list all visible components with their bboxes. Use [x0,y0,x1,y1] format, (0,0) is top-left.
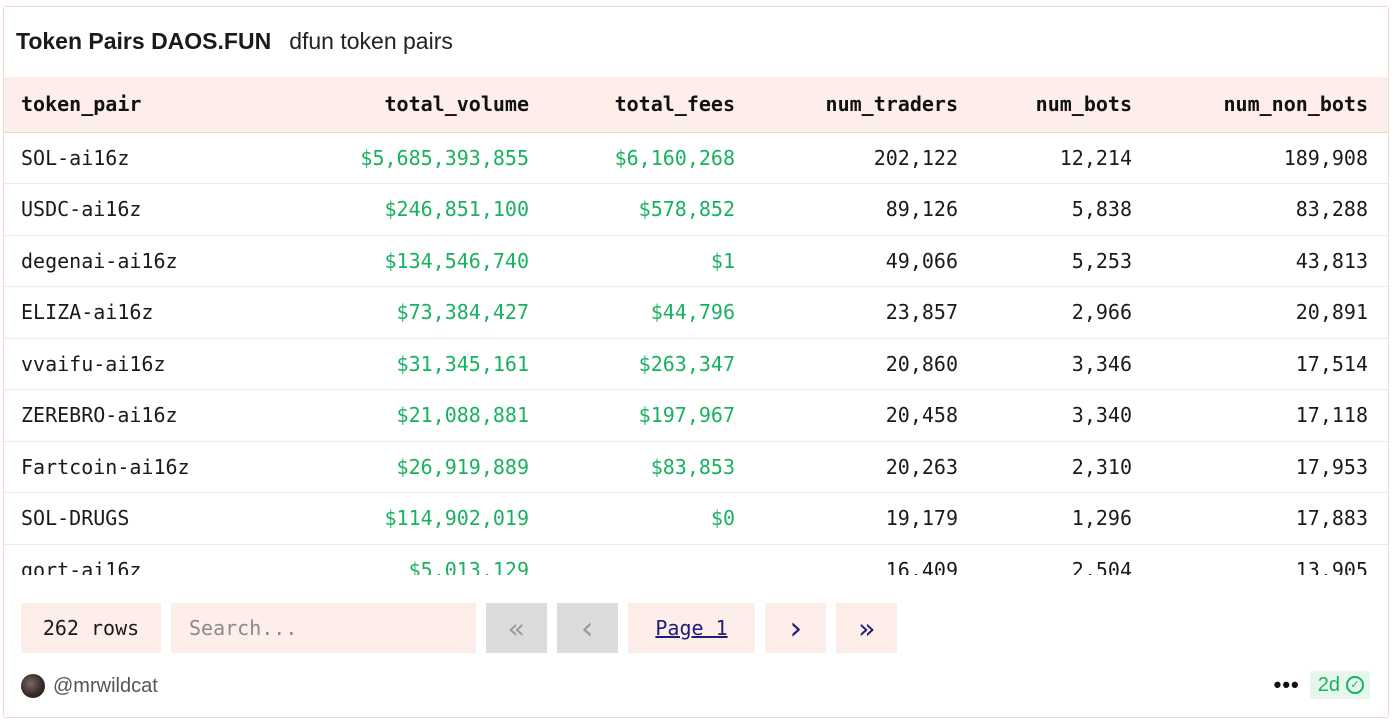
cell-num-traders: 20,263 [885,454,958,479]
check-circle-icon: ✓ [1346,676,1364,694]
age-badge[interactable]: 2d ✓ [1309,671,1370,699]
cell-token-pair: gort-ai16z [21,557,142,575]
cell-num-bots: 2,504 [1071,557,1132,575]
chevron-left-icon: ‹ [577,609,598,647]
cell-num-non-bots: 17,953 [1295,454,1368,479]
cell-num-non-bots: 17,118 [1295,403,1368,428]
footer-actions: ••• 2d ✓ [1274,671,1370,699]
cell-total-fees: $83,853 [650,454,735,479]
cell-total-fees: $578,852 [638,197,735,222]
cell-total-fees: $197,967 [638,403,735,428]
cell-total-volume: $246,851,100 [384,197,530,222]
double-chevron-right-icon: » [858,611,875,645]
card-footer: @mrwildcat [21,673,158,699]
cell-total-volume: $73,384,427 [396,300,529,325]
search-input[interactable] [171,603,476,653]
column-header-total-fees[interactable]: total_fees [549,77,755,133]
table-row: Fartcoin-ai16z $26,919,889 $83,853 20,263 2,… [4,441,1388,493]
cell-num-traders: 19,179 [885,506,958,531]
cell-num-traders: 23,857 [885,300,958,325]
cell-num-bots: 5,253 [1071,248,1132,273]
cell-num-bots: 12,214 [1059,145,1132,170]
pagination-bar: 262 rows « ‹ Page 1 › » [21,603,897,653]
cell-num-traders: 202,122 [873,145,958,170]
column-header-num-non-bots[interactable]: num_non_bots [1152,77,1388,133]
cell-token-pair: degenai-ai16z [21,248,178,273]
cell-num-non-bots: 83,288 [1295,197,1368,222]
cell-total-fees: $44,796 [650,300,735,325]
table-row: SOL-DRUGS $114,902,019 $0 19,179 1,296 17,883 [4,493,1388,544]
cell-num-traders: 16,409 [885,557,958,575]
cell-total-volume: $114,902,019 [384,506,530,531]
cell-token-pair: ZEREBRO-ai16z [21,403,178,428]
cell-total-volume: $5,013,129 [408,557,529,575]
table-row: degenai-ai16z $134,546,740 $1 49,066 5,253 43… [4,235,1388,287]
cell-num-non-bots: 20,891 [1295,300,1368,325]
cell-num-traders: 20,860 [885,351,958,376]
cell-num-traders: 89,126 [885,197,958,222]
cell-num-non-bots: 13,905 [1295,557,1368,575]
first-page-button[interactable]: « [486,603,547,653]
table-row: ELIZA-ai16z $73,384,427 $44,796 23,857 2,966… [4,287,1388,338]
cell-total-volume: $26,919,889 [396,454,529,479]
cell-total-fees: $1 [710,248,735,273]
query-card: Token Pairs DAOS.FUN dfun token pairs to… [3,6,1389,718]
cell-token-pair: SOL-DRUGS [21,506,130,531]
column-header-total-volume[interactable]: total_volume [276,77,549,133]
cell-num-traders: 49,066 [885,248,958,273]
cell-num-bots: 2,310 [1071,454,1132,479]
table-row: gort-ai16z $5,013,129 16,409 2,504 13,905 [4,544,1388,575]
cell-total-volume: $31,345,161 [396,351,529,376]
results-table-container[interactable]: token_pair total_volume total_fees num_t… [4,77,1388,575]
cell-num-non-bots: 189,908 [1283,145,1368,170]
chevron-right-icon: › [785,609,806,647]
cell-token-pair: SOL-ai16z [21,145,130,170]
cell-total-fees: $263,347 [638,351,735,376]
next-page-button[interactable]: › [765,603,826,653]
card-title[interactable]: Token Pairs DAOS.FUN [16,28,271,55]
column-header-num-traders[interactable]: num_traders [755,77,978,133]
avatar[interactable] [21,674,45,698]
table-body: SOL-ai16z $5,685,393,855 $6,160,268 202,122… [4,132,1388,575]
table-row: vvaifu-ai16z $31,345,161 $263,347 20,860 3,3… [4,338,1388,390]
cell-num-bots: 3,340 [1071,403,1132,428]
cell-token-pair: vvaifu-ai16z [21,351,166,376]
double-chevron-left-icon: « [508,611,525,645]
cell-num-non-bots: 17,514 [1295,351,1368,376]
results-table: token_pair total_volume total_fees num_t… [4,77,1388,575]
column-header-num-bots[interactable]: num_bots [978,77,1152,133]
cell-total-fees: $0 [710,506,735,531]
cell-num-non-bots: 17,883 [1295,506,1368,531]
cell-num-traders: 20,458 [885,403,958,428]
cell-num-bots: 5,838 [1071,197,1132,222]
cell-num-bots: 1,296 [1071,506,1132,531]
card-subtitle: dfun token pairs [289,27,453,54]
cell-total-volume: $134,546,740 [384,248,530,273]
table-row: SOL-ai16z $5,685,393,855 $6,160,268 202,122… [4,132,1388,184]
prev-page-button[interactable]: ‹ [557,603,618,653]
table-row: ZEREBRO-ai16z $21,088,881 $197,967 20,458 3,… [4,390,1388,441]
cell-num-bots: 2,966 [1071,300,1132,325]
cell-token-pair: USDC-ai16z [21,197,142,222]
author-link[interactable]: @mrwildcat [53,675,158,698]
column-header-token-pair[interactable]: token_pair [4,77,276,133]
card-header: Token Pairs DAOS.FUN dfun token pairs [16,27,453,55]
last-page-button[interactable]: » [836,603,897,653]
age-label: 2d [1317,673,1340,696]
cell-num-non-bots: 43,813 [1295,248,1368,273]
cell-total-fees [549,544,755,575]
cell-num-bots: 3,346 [1071,351,1132,376]
cell-total-fees: $6,160,268 [614,145,735,170]
table-row: USDC-ai16z $246,851,100 $578,852 89,126 5,83… [4,184,1388,235]
table-header-row: token_pair total_volume total_fees num_t… [4,77,1388,133]
more-options-icon[interactable]: ••• [1274,672,1300,698]
cell-total-volume: $21,088,881 [396,403,529,428]
cell-token-pair: Fartcoin-ai16z [21,454,190,479]
cell-token-pair: ELIZA-ai16z [21,300,154,325]
row-count: 262 rows [21,603,161,653]
cell-total-volume: $5,685,393,855 [360,145,529,170]
page-indicator[interactable]: Page 1 [628,603,755,653]
